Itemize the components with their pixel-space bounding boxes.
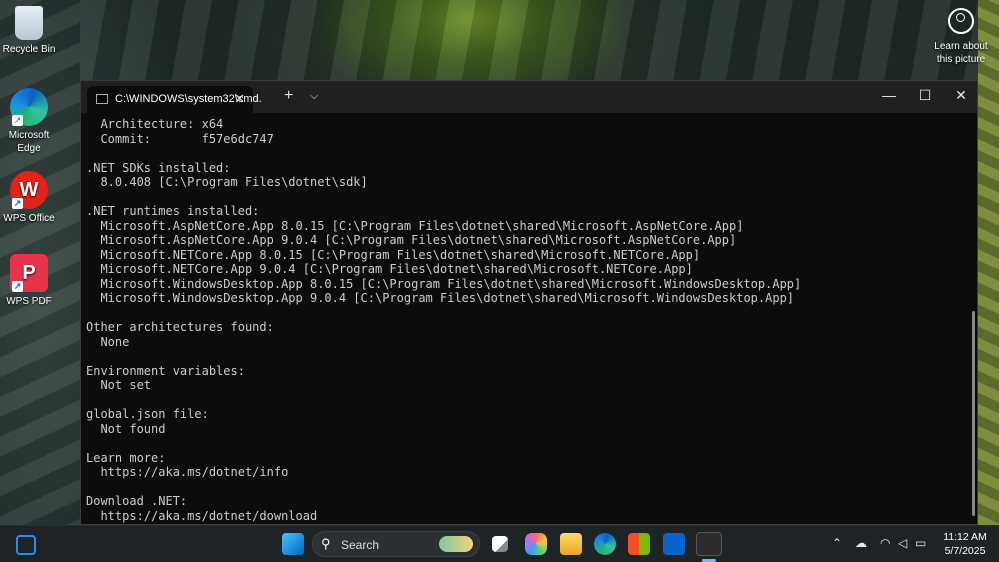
new-tab-button[interactable]: + — [284, 87, 293, 105]
recycle-bin-icon — [15, 6, 43, 40]
battery-icon[interactable]: ▭ — [915, 536, 926, 550]
search-box[interactable]: ⚲ Search — [312, 531, 480, 557]
wifi-icon[interactable]: ◠ — [880, 536, 890, 550]
wallpaper-right — [978, 0, 999, 525]
desktop-icon-label: WPS Office — [3, 213, 55, 224]
clock-time: 11:12 AM — [943, 531, 987, 543]
widgets-icon[interactable] — [16, 535, 36, 555]
edge-icon: ↗ — [10, 88, 48, 126]
desktop-icon-label: Recycle Bin — [2, 44, 56, 55]
start-icon[interactable] — [282, 533, 304, 555]
file-explorer-icon[interactable] — [560, 533, 582, 555]
shortcut-arrow-icon: ↗ — [12, 115, 23, 126]
terminal-content[interactable]: Architecture: x64 Commit: f57e6dc747 .NE… — [81, 113, 967, 524]
wps-office-icon: W ↗ — [10, 171, 48, 209]
desktop-icon-label: WPS PDF — [6, 296, 52, 307]
terminal-icon[interactable] — [696, 532, 722, 556]
scrollbar[interactable] — [972, 311, 975, 516]
taskbar: ⚲ Search ⌃ ☁ ◠ ◁ ▭ 11:12 AM 5/7/2025 — [0, 525, 999, 562]
shortcut-arrow-icon: ↗ — [12, 281, 23, 292]
store-icon[interactable] — [628, 533, 650, 555]
edge-taskbar-icon[interactable] — [594, 533, 616, 555]
desktop-icon-wps-office[interactable]: W ↗ WPS Office — [0, 171, 61, 225]
terminal-tab[interactable]: C:\WINDOWS\system32\cmd. ✕ — [87, 86, 262, 113]
clock[interactable]: 11:12 AM 5/7/2025 — [935, 530, 995, 558]
wps-pdf-icon: P ↗ — [10, 254, 48, 292]
desktop-icon-label: Microsoft Edge — [8, 130, 50, 154]
console-output[interactable]: Architecture: x64 Commit: f57e6dc747 .NE… — [81, 113, 967, 523]
volume-icon[interactable]: ◁ — [898, 536, 907, 550]
maximize-button[interactable]: ☐ — [910, 87, 940, 104]
desktop-icon-recycle-bin[interactable]: Recycle Bin — [0, 6, 61, 56]
learn-about-picture[interactable]: Learn about this picture — [926, 8, 996, 66]
shortcut-arrow-icon: ↗ — [12, 198, 23, 209]
tab-dropdown-button[interactable]: ⌵ — [310, 90, 318, 103]
desktop-icon-wps-pdf[interactable]: P ↗ WPS PDF — [0, 254, 61, 308]
task-view-icon[interactable] — [492, 536, 508, 552]
close-button[interactable]: ✕ — [946, 87, 976, 104]
terminal-window[interactable]: C:\WINDOWS\system32\cmd. ✕ + ⌵ — ☐ ✕ Arc… — [80, 80, 978, 525]
wallpaper-arch — [80, 0, 978, 80]
search-placeholder: Search — [341, 538, 380, 552]
outlook-icon[interactable] — [663, 533, 685, 555]
copilot-icon[interactable] — [525, 533, 547, 555]
cmd-icon — [96, 94, 108, 104]
onedrive-icon[interactable]: ☁ — [855, 536, 867, 550]
desktop-icon-edge[interactable]: ↗ Microsoft Edge — [0, 88, 61, 155]
search-icon: ⚲ — [321, 536, 331, 551]
tray-chevron-icon[interactable]: ⌃ — [832, 536, 842, 550]
terminal-titlebar[interactable]: C:\WINDOWS\system32\cmd. ✕ + ⌵ — ☐ ✕ — [81, 81, 977, 113]
wps-pdf-glyph: P — [22, 262, 36, 284]
search-highlight-icon — [439, 536, 473, 552]
learn-about-icon — [948, 8, 974, 34]
learn-about-label: Learn about this picture — [934, 41, 988, 65]
tab-close-button[interactable]: ✕ — [234, 91, 245, 107]
minimize-button[interactable]: — — [874, 87, 904, 103]
clock-date: 5/7/2025 — [944, 545, 986, 557]
